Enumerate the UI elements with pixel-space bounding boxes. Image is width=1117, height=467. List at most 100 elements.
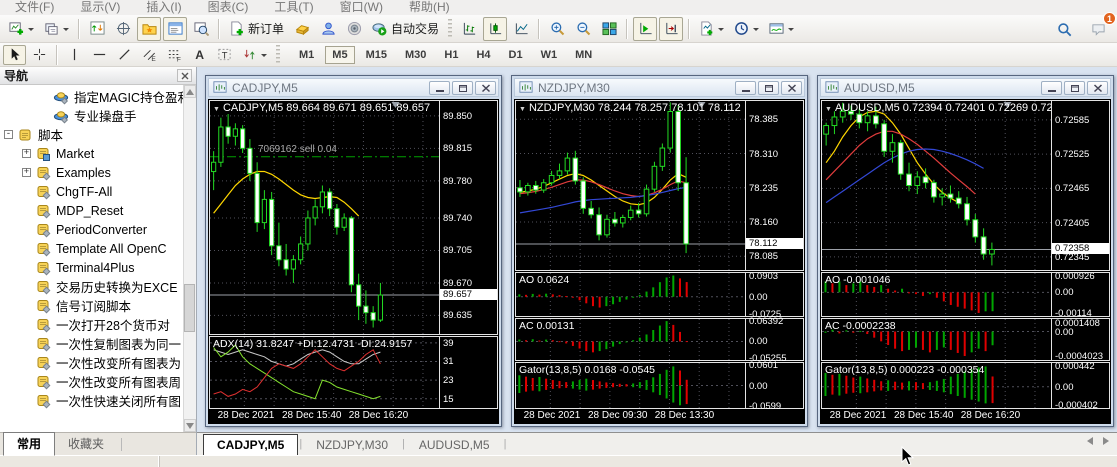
timeframe-M15-button[interactable]: M15 [359, 46, 394, 64]
dropdown-arrow-icon[interactable] [261, 54, 267, 60]
tree-item-10[interactable]: 交易历史转换为EXCE [0, 277, 183, 296]
scroll-down-icon[interactable] [184, 419, 196, 432]
scrollbar-thumb[interactable] [184, 284, 195, 332]
tree-item-6[interactable]: MDP_Reset [0, 201, 183, 220]
tile-windows-button[interactable] [597, 17, 621, 41]
symbol-dropdown-icon[interactable]: ▼ [213, 106, 220, 113]
tree-item-12[interactable]: 一次打开28个货币对 [0, 315, 183, 334]
text-button[interactable]: A [188, 45, 211, 65]
line-chart-button[interactable] [509, 17, 533, 41]
indicator-plot-area[interactable]: AO 0.0624 [516, 273, 745, 316]
zoom-out-button[interactable] [571, 17, 595, 41]
indicator-plot-area[interactable]: AC -0.0002238 [822, 319, 1051, 360]
arrows-button[interactable] [238, 45, 271, 65]
community-button[interactable] [316, 17, 340, 41]
horizontal-line-button[interactable] [88, 45, 111, 65]
tree-item-7[interactable]: PeriodConverter [0, 220, 183, 239]
symbol-dropdown-icon[interactable]: ▼ [825, 106, 832, 113]
chart-tab-AUDUSD,M5[interactable]: AUDUSD,M5 [406, 435, 503, 455]
tree-item-14[interactable]: 一次性改变所有图表为 [0, 353, 183, 372]
navigator-titlebar[interactable]: 导航 [0, 67, 196, 85]
tree-item-8[interactable]: Template All OpenC [0, 239, 183, 258]
timeframe-H4-button[interactable]: H4 [469, 46, 497, 64]
close-button[interactable] [475, 81, 496, 95]
chart-tab-CADJPY,M5[interactable]: CADJPY,M5 [203, 434, 298, 455]
window-titlebar[interactable]: NZDJPY,M30 [514, 78, 805, 97]
auto-scroll-button[interactable] [633, 17, 657, 41]
notifications-button[interactable]: 1 [1086, 17, 1110, 41]
tree-item-2[interactable]: -脚本 [0, 125, 183, 144]
trend-line-button[interactable] [113, 45, 136, 65]
metaeditor-button[interactable] [290, 17, 314, 41]
chart-plot-area[interactable]: ▼AUDUSD,M5 0.72394 0.72401 0.72269 0.723… [822, 101, 1051, 270]
indicator-plot-area[interactable]: Gator(13,8,5) 0.000223 -0.000354 [822, 363, 1051, 408]
menu-item-5[interactable]: 窗口(W) [327, 0, 396, 15]
navigator-scrollbar[interactable] [183, 85, 196, 432]
chart-tab-NZDJPY,M30[interactable]: NZDJPY,M30 [303, 435, 401, 455]
scroll-up-icon[interactable] [184, 85, 196, 98]
chart-plot-area[interactable]: ▼NZDJPY,M30 78.244 78.257 78.101 78.112 [516, 101, 745, 270]
new-chart-button[interactable] [5, 17, 38, 41]
restore-button[interactable] [758, 81, 779, 95]
periods-list-button[interactable] [730, 17, 763, 41]
expand-box-icon[interactable]: + [22, 168, 31, 177]
strategy-tester-button[interactable] [189, 17, 213, 41]
indicator-plot-area[interactable]: ADX(14) 31.8247 +DI:12.4731 -DI:24.9157 [210, 337, 439, 408]
menu-item-3[interactable]: 图表(C) [195, 0, 262, 15]
timeframe-W1-button[interactable]: W1 [534, 46, 565, 64]
collapse-box-icon[interactable]: - [4, 130, 13, 139]
tree-item-5[interactable]: ChgTF-All [0, 182, 183, 201]
toolbar-grip[interactable] [448, 19, 452, 39]
restore-button[interactable] [452, 81, 473, 95]
candle-chart-button[interactable] [483, 17, 507, 41]
search-button[interactable] [1052, 17, 1076, 41]
tree-item-9[interactable]: Terminal4Plus [0, 258, 183, 277]
timeframe-H1-button[interactable]: H1 [437, 46, 465, 64]
new-order-button[interactable]: 新订单 [225, 17, 288, 41]
indicator-plot-area[interactable]: AO -0.001046 [822, 273, 1051, 316]
signals-button[interactable] [342, 17, 366, 41]
dropdown-arrow-icon[interactable] [753, 28, 759, 34]
tab-scroll-right-icon[interactable] [1103, 432, 1109, 450]
menu-item-6[interactable]: 帮助(H) [396, 0, 463, 15]
crosshair-button[interactable] [28, 45, 51, 65]
market-watch-button[interactable] [85, 17, 109, 41]
tree-item-0[interactable]: 指定MAGIC持仓盈利 [0, 87, 183, 106]
minimize-button[interactable] [735, 81, 756, 95]
tree-item-11[interactable]: 信号订阅脚本 [0, 296, 183, 315]
profiles-button[interactable] [40, 17, 73, 41]
dropdown-arrow-icon[interactable] [28, 28, 34, 34]
zoom-in-button[interactable] [545, 17, 569, 41]
navigator-button[interactable] [137, 17, 161, 41]
autotrading-button[interactable]: 自动交易 [368, 17, 443, 41]
fibonacci-button[interactable]: F [163, 45, 186, 65]
expand-box-icon[interactable]: + [22, 149, 31, 158]
tree-item-1[interactable]: 专业操盘手 [0, 106, 183, 125]
templates-button[interactable] [765, 17, 798, 41]
tab-common[interactable]: 常用 [3, 432, 55, 456]
indicators-list-button[interactable] [695, 17, 728, 41]
tree-item-15[interactable]: 一次性改变所有图表周 [0, 372, 183, 391]
dropdown-arrow-icon[interactable] [718, 28, 724, 34]
symbol-dropdown-icon[interactable]: ▼ [519, 106, 526, 113]
minimize-button[interactable] [429, 81, 450, 95]
dropdown-arrow-icon[interactable] [788, 28, 794, 34]
tree-item-16[interactable]: 一次性快速关闭所有图 [0, 391, 183, 410]
indicator-plot-area[interactable]: Gator(13,8,5) 0.0168 -0.0545 [516, 363, 745, 408]
text-label-button[interactable]: T [213, 45, 236, 65]
terminal-button[interactable] [163, 17, 187, 41]
cursor-button[interactable] [3, 45, 26, 65]
close-button[interactable] [1087, 81, 1108, 95]
indicator-plot-area[interactable]: AC 0.00131 [516, 319, 745, 360]
data-window-button[interactable] [111, 17, 135, 41]
navigator-close-icon[interactable] [177, 69, 192, 82]
timeframe-M5-button[interactable]: M5 [325, 46, 354, 64]
tree-item-13[interactable]: 一次性复制图表为同一 [0, 334, 183, 353]
menu-item-1[interactable]: 显示(V) [67, 0, 133, 15]
chart-plot-area[interactable]: ▼CADJPY,M5 89.664 89.671 89.651 89.65770… [210, 101, 439, 334]
close-button[interactable] [781, 81, 802, 95]
minimize-button[interactable] [1041, 81, 1062, 95]
bar-chart-button[interactable] [457, 17, 481, 41]
tree-item-4[interactable]: +Examples [0, 163, 183, 182]
scrollbar-track[interactable] [184, 98, 196, 419]
